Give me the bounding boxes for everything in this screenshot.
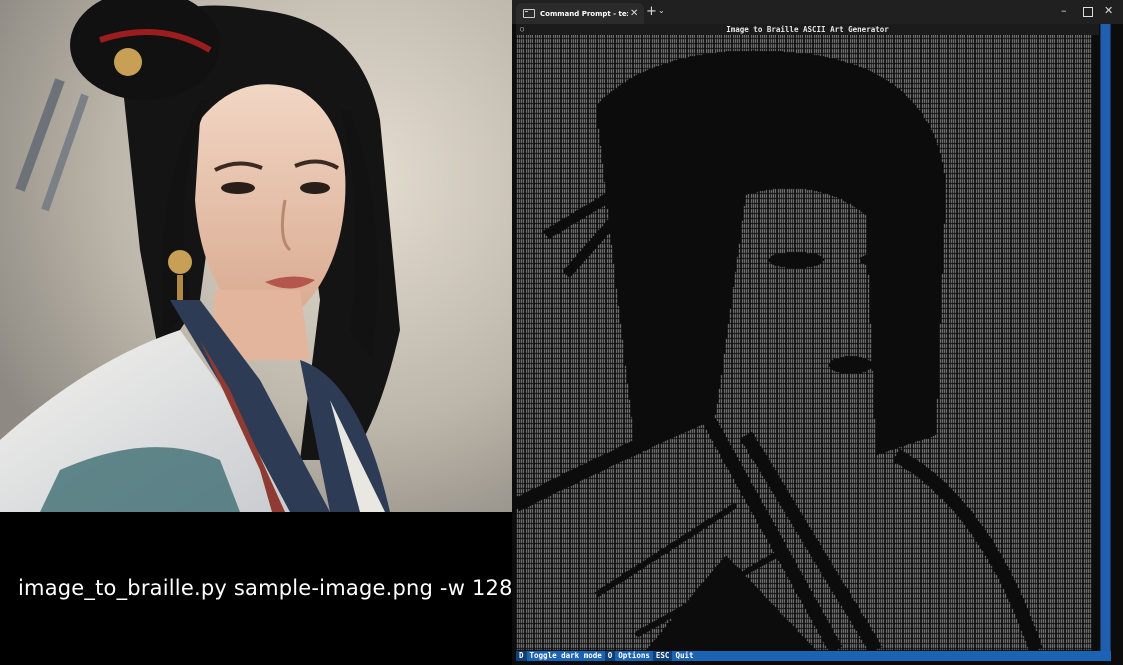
scrollbar-thumb[interactable] xyxy=(1101,24,1110,651)
command-caption: image_to_braille.py sample-image.png -w … xyxy=(18,576,513,600)
tab-title: Command Prompt - textual r xyxy=(540,9,628,18)
close-window-button[interactable]: ✕ xyxy=(1104,4,1113,17)
terminal-icon xyxy=(523,9,535,18)
scrollbar[interactable] xyxy=(1100,24,1111,651)
footer-key-o[interactable]: O xyxy=(604,651,616,661)
close-tab-icon[interactable]: ✕ xyxy=(630,8,638,19)
footer-label-esc[interactable]: Quit xyxy=(672,651,696,661)
footer-key-esc[interactable]: ESC xyxy=(652,651,673,661)
footer-keybindings: D Toggle dark mode O Options ESC Quit xyxy=(516,651,1111,661)
footer-label-o[interactable]: Options xyxy=(615,651,653,661)
chevron-down-icon[interactable]: ⌄ xyxy=(658,6,665,15)
app-title: Image to Braille ASCII Art Generator xyxy=(726,25,889,34)
footer-key-d[interactable]: D xyxy=(516,651,527,661)
new-tab-button[interactable]: + xyxy=(646,4,657,19)
tab-bar: Command Prompt - textual r ✕ + ⌄ – ✕ xyxy=(512,0,1123,24)
portrait-image xyxy=(0,0,512,512)
source-image-panel: image_to_braille.py sample-image.png -w … xyxy=(0,0,512,665)
minimize-button[interactable]: – xyxy=(1061,4,1067,17)
footer-label-d[interactable]: Toggle dark mode xyxy=(527,651,605,661)
terminal-window: Command Prompt - textual r ✕ + ⌄ – ✕ ○ I… xyxy=(512,0,1123,665)
braille-art-canvas xyxy=(516,35,1095,651)
maximize-icon[interactable] xyxy=(1083,7,1093,17)
tab-command-prompt[interactable]: Command Prompt - textual r ✕ xyxy=(516,3,644,24)
app-header: ○ Image to Braille ASCII Art Generator xyxy=(516,24,1099,35)
